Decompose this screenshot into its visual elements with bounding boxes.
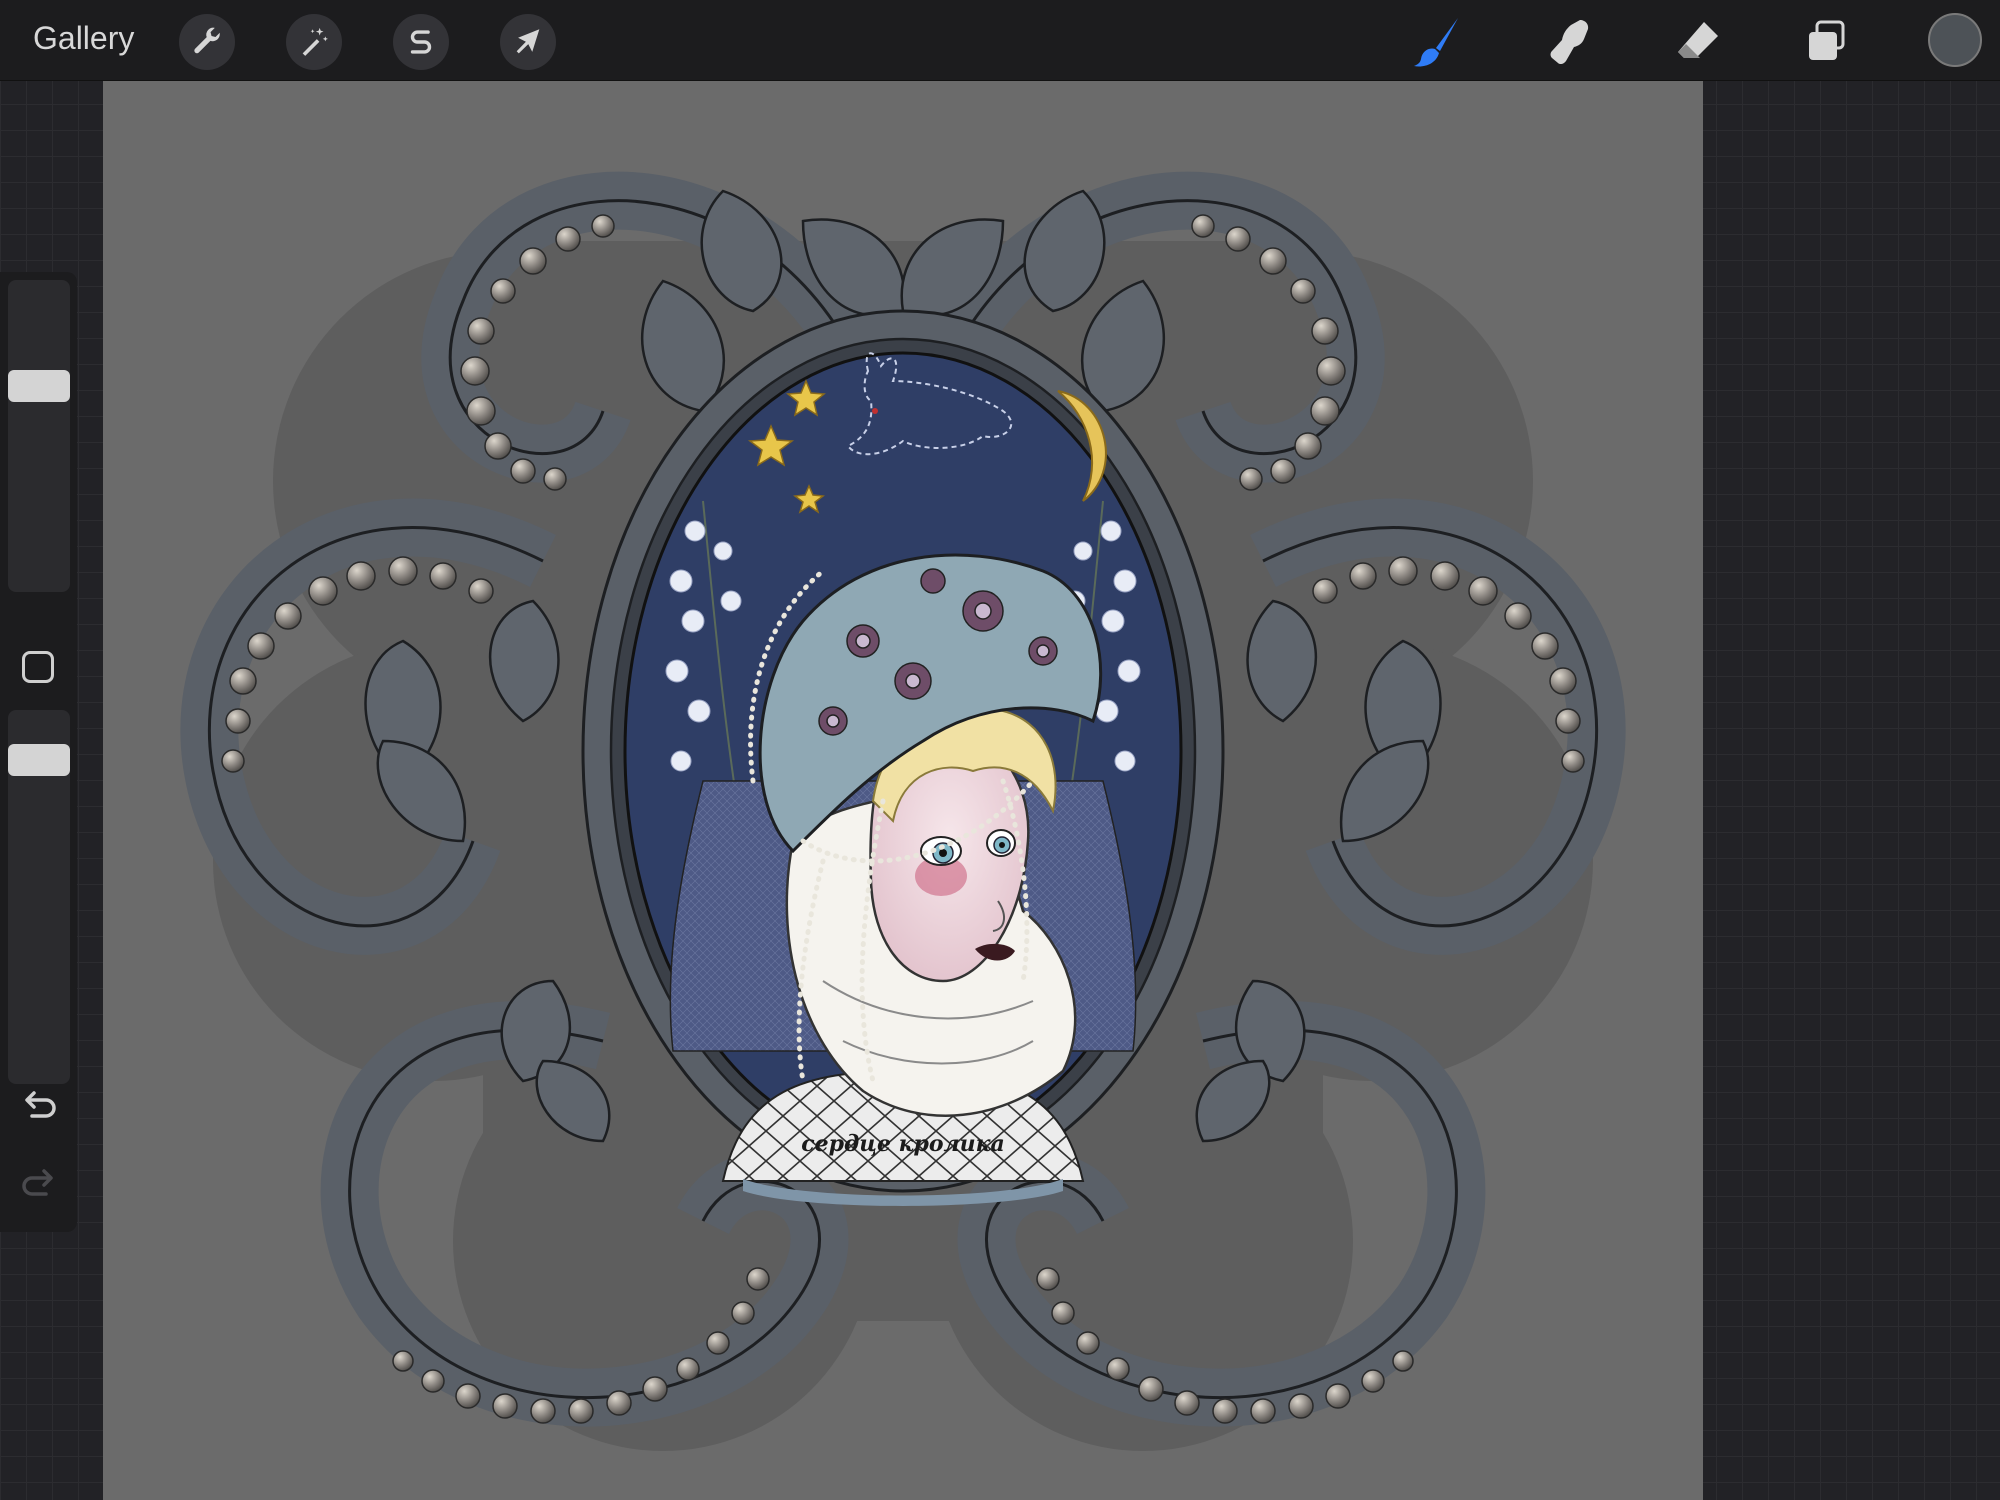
drawing-canvas[interactable]: сердце кролика: [103, 81, 1703, 1500]
left-sidebar: [0, 272, 77, 1232]
undo-arrow-icon: [25, 1091, 56, 1118]
redo-button[interactable]: [18, 1164, 60, 1206]
layers-button[interactable]: [1796, 12, 1856, 72]
gallery-button[interactable]: Gallery: [33, 20, 134, 57]
wrench-icon: [194, 27, 220, 54]
brush-size-slider[interactable]: [8, 280, 70, 592]
modify-button[interactable]: [22, 651, 54, 683]
selection-s-icon: [410, 30, 432, 54]
opacity-thumb[interactable]: [8, 744, 70, 776]
adjustments-button[interactable]: [286, 14, 342, 70]
redo-arrow-icon: [22, 1169, 53, 1196]
undo-button[interactable]: [18, 1086, 60, 1128]
brush-icon: [1414, 18, 1458, 67]
transform-button[interactable]: [500, 14, 556, 70]
brush-size-thumb[interactable]: [8, 370, 70, 402]
top-toolbar: Gallery: [0, 0, 2000, 81]
eraser-icon: [1678, 22, 1718, 58]
smudge-finger-icon: [1550, 20, 1589, 65]
opacity-slider[interactable]: [8, 710, 70, 1084]
brush-tool-button[interactable]: [1408, 12, 1468, 72]
magic-wand-icon: [302, 27, 328, 56]
artwork-illustration: сердце кролика: [180, 171, 1626, 1451]
selection-button[interactable]: [393, 14, 449, 70]
artwork-caption: сердце кролика: [801, 1131, 1005, 1157]
smudge-tool-button[interactable]: [1538, 12, 1598, 72]
actions-button[interactable]: [179, 14, 235, 70]
arrow-cursor-icon: [516, 29, 540, 54]
color-picker-button[interactable]: [1928, 13, 1982, 67]
eraser-tool-button[interactable]: [1668, 12, 1728, 72]
layers-icon: [1809, 20, 1845, 60]
